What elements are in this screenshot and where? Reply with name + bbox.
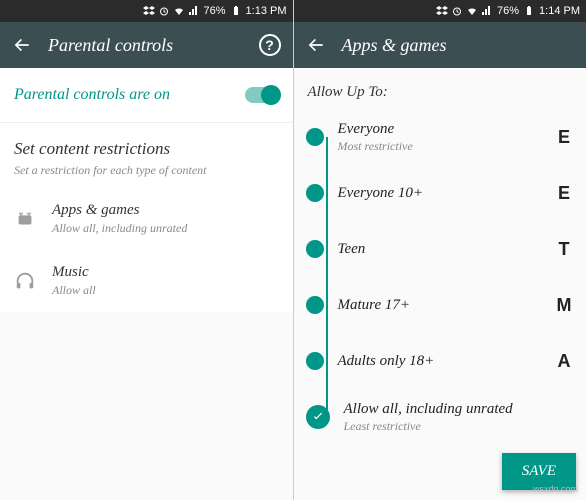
rating-badge: E bbox=[554, 127, 574, 148]
rating-teen[interactable]: Teen T bbox=[306, 221, 575, 277]
item-subtitle: Allow all, including unrated bbox=[52, 221, 279, 236]
item-subtitle: Allow all bbox=[52, 283, 279, 298]
wifi-icon bbox=[466, 5, 478, 17]
status-time: 1:13 PM bbox=[246, 5, 287, 17]
rating-node-checked bbox=[306, 405, 330, 429]
status-bar: 76% 1:13 PM bbox=[0, 0, 293, 22]
rating-allow-all[interactable]: Allow all, including unrated Least restr… bbox=[306, 389, 575, 445]
screen-apps-games: 76% 1:14 PM Apps & games Allow Up To: Ev… bbox=[294, 0, 586, 500]
back-icon[interactable] bbox=[306, 35, 326, 55]
screen-parental-controls: 76% 1:13 PM Parental controls ? Parental… bbox=[0, 0, 294, 500]
rating-badge: E bbox=[554, 183, 574, 204]
rating-label: Everyone bbox=[338, 121, 541, 138]
alarm-icon bbox=[158, 5, 170, 17]
item-music[interactable]: Music Allow all bbox=[0, 250, 293, 312]
parental-controls-toggle-row[interactable]: Parental controls are on bbox=[0, 68, 293, 123]
help-icon[interactable]: ? bbox=[259, 34, 281, 56]
item-title: Music bbox=[52, 264, 279, 281]
alarm-icon bbox=[451, 5, 463, 17]
rating-badge: A bbox=[554, 351, 574, 372]
app-bar: Parental controls ? bbox=[0, 22, 293, 68]
watermark: wsxdn.com bbox=[533, 484, 578, 494]
signal-icon bbox=[481, 5, 493, 17]
battery-icon bbox=[230, 5, 242, 17]
status-bar: 76% 1:14 PM bbox=[294, 0, 586, 22]
rating-label: Mature 17+ bbox=[338, 297, 541, 314]
rating-badge: M bbox=[554, 295, 574, 316]
dropbox-icon bbox=[436, 5, 448, 17]
headphones-icon bbox=[14, 270, 36, 292]
content-area: Allow Up To: Everyone Most restrictive E… bbox=[294, 68, 586, 500]
app-bar: Apps & games bbox=[294, 22, 586, 68]
page-title: Parental controls bbox=[48, 35, 243, 56]
section-subtitle: Set a restriction for each type of conte… bbox=[14, 163, 279, 178]
connector-line bbox=[326, 277, 328, 333]
rating-label: Allow all, including unrated bbox=[344, 401, 575, 418]
wifi-icon bbox=[173, 5, 185, 17]
connector-line bbox=[326, 221, 328, 277]
rating-adults-18[interactable]: Adults only 18+ A bbox=[306, 333, 575, 389]
signal-icon bbox=[188, 5, 200, 17]
connector-line bbox=[326, 165, 328, 221]
dropbox-icon bbox=[143, 5, 155, 17]
rating-node bbox=[306, 240, 324, 258]
rating-label: Teen bbox=[338, 241, 541, 258]
rating-everyone[interactable]: Everyone Most restrictive E bbox=[306, 109, 575, 165]
battery-percent: 76% bbox=[204, 5, 226, 17]
section-title: Set content restrictions bbox=[14, 139, 279, 159]
item-title: Apps & games bbox=[52, 202, 279, 219]
android-icon bbox=[14, 208, 36, 230]
ratings-list: Everyone Most restrictive E Everyone 10+… bbox=[294, 109, 586, 445]
toggle-label: Parental controls are on bbox=[14, 86, 170, 104]
rating-node bbox=[306, 184, 324, 202]
page-title: Apps & games bbox=[342, 35, 575, 56]
toggle-switch[interactable] bbox=[245, 87, 279, 103]
item-apps-games[interactable]: Apps & games Allow all, including unrate… bbox=[0, 188, 293, 250]
rating-label: Adults only 18+ bbox=[338, 353, 541, 370]
rating-sub: Most restrictive bbox=[338, 139, 541, 154]
back-icon[interactable] bbox=[12, 35, 32, 55]
rating-node bbox=[306, 352, 324, 370]
rating-label: Everyone 10+ bbox=[338, 185, 541, 202]
connector-line bbox=[326, 333, 328, 389]
status-time: 1:14 PM bbox=[539, 5, 580, 17]
allow-up-to-label: Allow Up To: bbox=[294, 68, 586, 109]
rating-sub: Least restrictive bbox=[344, 419, 575, 434]
connector-line bbox=[326, 137, 328, 165]
rating-badge: T bbox=[554, 239, 574, 260]
battery-icon bbox=[523, 5, 535, 17]
rating-node bbox=[306, 128, 324, 146]
section-header: Set content restrictions Set a restricti… bbox=[0, 123, 293, 188]
battery-percent: 76% bbox=[497, 5, 519, 17]
rating-mature-17[interactable]: Mature 17+ M bbox=[306, 277, 575, 333]
content-area: Parental controls are on Set content res… bbox=[0, 68, 293, 500]
rating-node bbox=[306, 296, 324, 314]
rating-everyone-10[interactable]: Everyone 10+ E bbox=[306, 165, 575, 221]
